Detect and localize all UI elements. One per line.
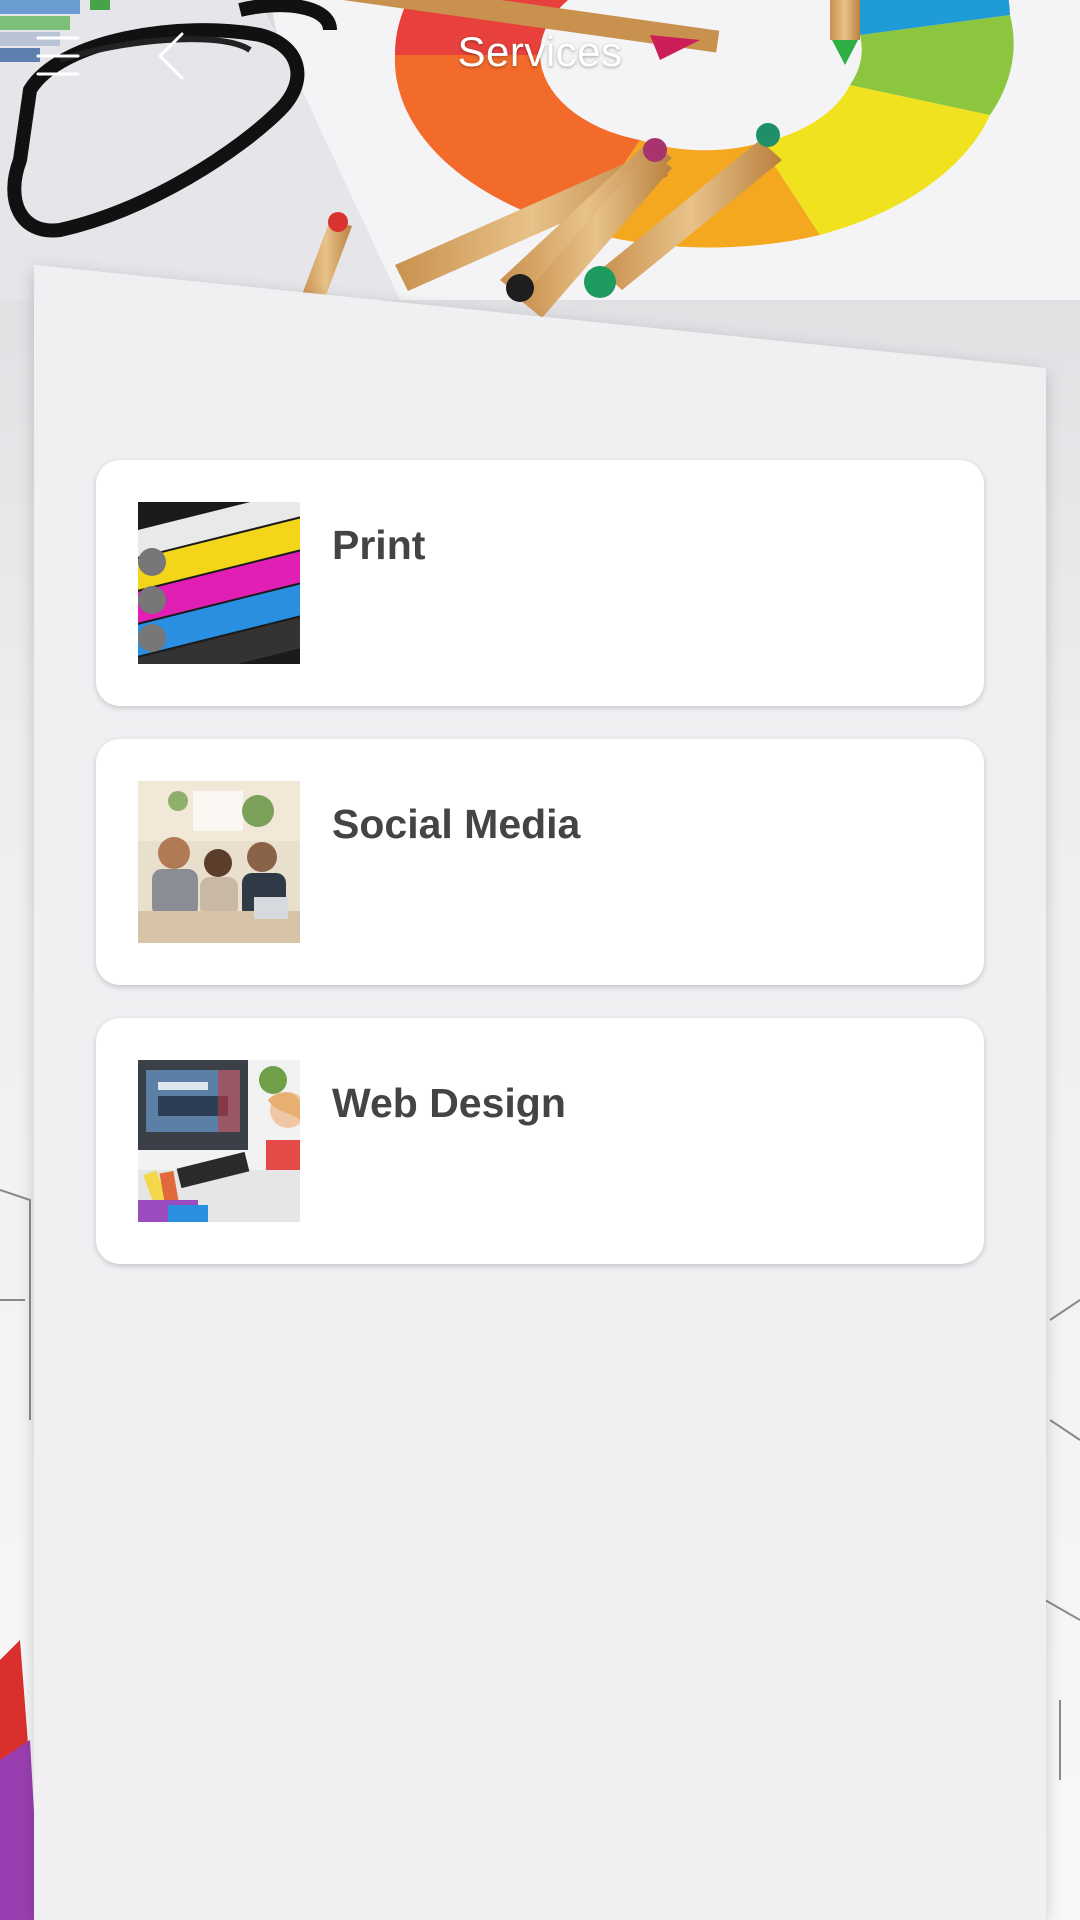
designer-at-desk-image (138, 1060, 300, 1222)
services-list: Print Social Media Web Design (96, 460, 984, 1297)
service-card-web-design[interactable]: Web Design (96, 1018, 984, 1264)
page-title: Services (457, 28, 623, 75)
service-card-print[interactable]: Print (96, 460, 984, 706)
service-label: Print (332, 522, 426, 568)
service-label: Web Design (332, 1080, 566, 1126)
header-bar: Services (0, 0, 1080, 120)
people-meeting-image (138, 781, 300, 943)
service-card-social-media[interactable]: Social Media (96, 739, 984, 985)
service-label: Social Media (332, 801, 581, 847)
printing-press-rollers-image (138, 502, 300, 664)
